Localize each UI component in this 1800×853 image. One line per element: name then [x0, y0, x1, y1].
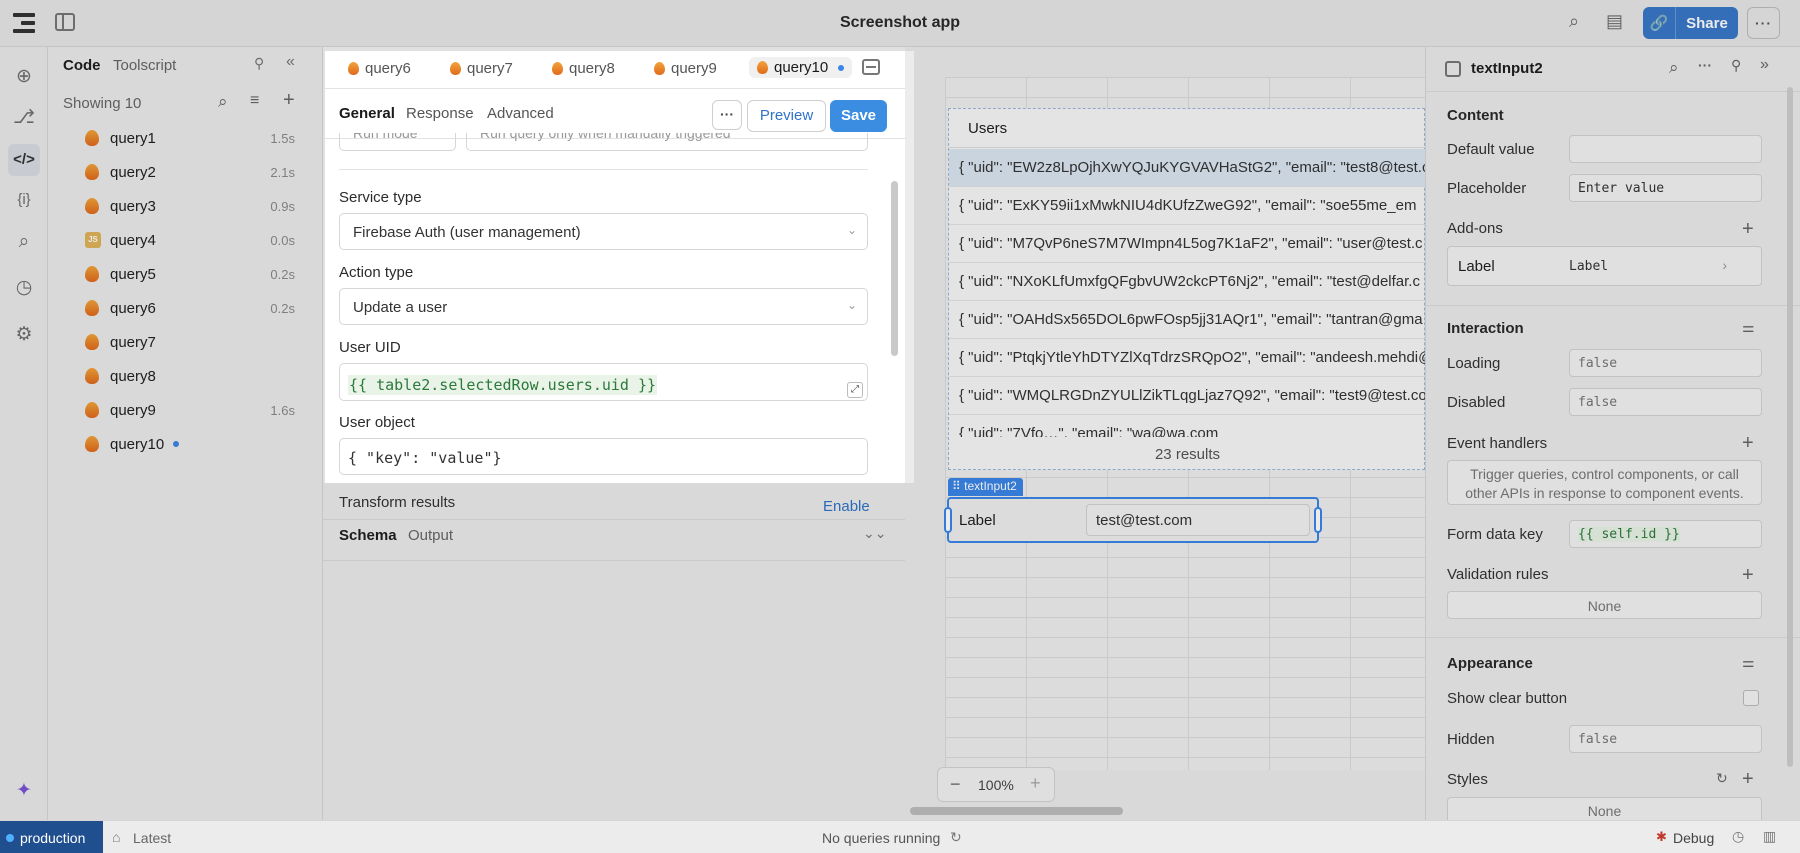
user-uid-value: {{ table2.selectedRow.users.uid }} — [348, 375, 658, 395]
chevron-down-icon: ⌄ — [846, 223, 857, 237]
editor-scrollbar[interactable] — [891, 181, 898, 356]
run-mode-text: Run query only when manually triggered — [480, 133, 731, 141]
user-object-value: { "key": "value"} — [348, 449, 502, 467]
tab-label: query9 — [671, 60, 717, 77]
environment-switcher[interactable]: production — [0, 821, 103, 853]
tab-label: query6 — [365, 60, 411, 77]
status-bar: production ⌂ Latest No queries running ↻… — [0, 820, 1800, 853]
service-type-value: Firebase Auth (user management) — [353, 224, 581, 241]
subtab-response[interactable]: Response — [406, 105, 474, 122]
minimize-icon[interactable] — [862, 59, 880, 75]
subtab-advanced[interactable]: Advanced — [487, 105, 554, 122]
action-type-label: Action type — [339, 264, 414, 281]
history-icon[interactable]: ◷ — [1732, 828, 1744, 845]
tab-query10[interactable]: query10 — [749, 57, 853, 78]
tab-label: query8 — [569, 60, 615, 77]
user-object-field[interactable]: { "key": "value"} — [339, 438, 868, 475]
tab-query7[interactable]: query7 — [450, 60, 513, 77]
refresh-icon[interactable]: ↻ — [950, 829, 962, 846]
tab-label: query7 — [467, 60, 513, 77]
tag-icon: ⌂ — [112, 829, 121, 845]
tab-query9[interactable]: query9 — [654, 60, 717, 77]
run-mode-value: Run mode — [353, 133, 418, 141]
save-button[interactable]: Save — [830, 100, 887, 132]
user-uid-field[interactable]: {{ table2.selectedRow.users.uid }} ⤢ — [339, 363, 868, 401]
modal-backdrop — [0, 0, 325, 820]
environment-label: production — [20, 829, 86, 846]
editor-subtabs: General Response Advanced ··· Preview Sa… — [325, 89, 914, 139]
modal-backdrop — [325, 0, 914, 51]
environment-dot — [6, 833, 14, 842]
tab-query8[interactable]: query8 — [552, 60, 615, 77]
layout-icon[interactable]: ▥ — [1763, 828, 1776, 845]
queries-status: No queries running — [822, 830, 941, 846]
query-tabs: query6 query7 query8 query9 query10 — [325, 51, 914, 89]
subtab-general[interactable]: General — [339, 105, 395, 122]
modal-backdrop — [914, 0, 1800, 820]
service-type-select[interactable]: Firebase Auth (user management) ⌄ — [339, 213, 868, 250]
action-type-value: Update a user — [353, 299, 448, 316]
tab-label: query10 — [774, 59, 829, 76]
preview-button[interactable]: Preview — [747, 100, 826, 132]
user-object-label: User object — [339, 414, 415, 431]
chevron-down-icon: ⌄ — [846, 298, 857, 312]
expand-editor-icon[interactable]: ⤢ — [847, 382, 863, 398]
action-type-select[interactable]: Update a user ⌄ — [339, 288, 868, 325]
debug-icon: ✱ — [1656, 829, 1667, 844]
user-uid-label: User UID — [339, 339, 401, 356]
unsaved-dot — [838, 64, 845, 71]
modal-backdrop — [325, 483, 914, 820]
query-editor: query6 query7 query8 query9 query10 Gene… — [325, 51, 914, 483]
divider — [339, 169, 868, 170]
run-mode-description[interactable]: Run query only when manually triggered — [466, 133, 868, 151]
version-label[interactable]: Latest — [133, 830, 171, 846]
run-mode-select[interactable]: Run mode — [339, 133, 456, 151]
service-type-label: Service type — [339, 189, 422, 206]
debug-button[interactable]: Debug — [1673, 830, 1714, 846]
editor-more-button[interactable]: ··· — [712, 100, 742, 130]
tab-query6[interactable]: query6 — [348, 60, 411, 77]
